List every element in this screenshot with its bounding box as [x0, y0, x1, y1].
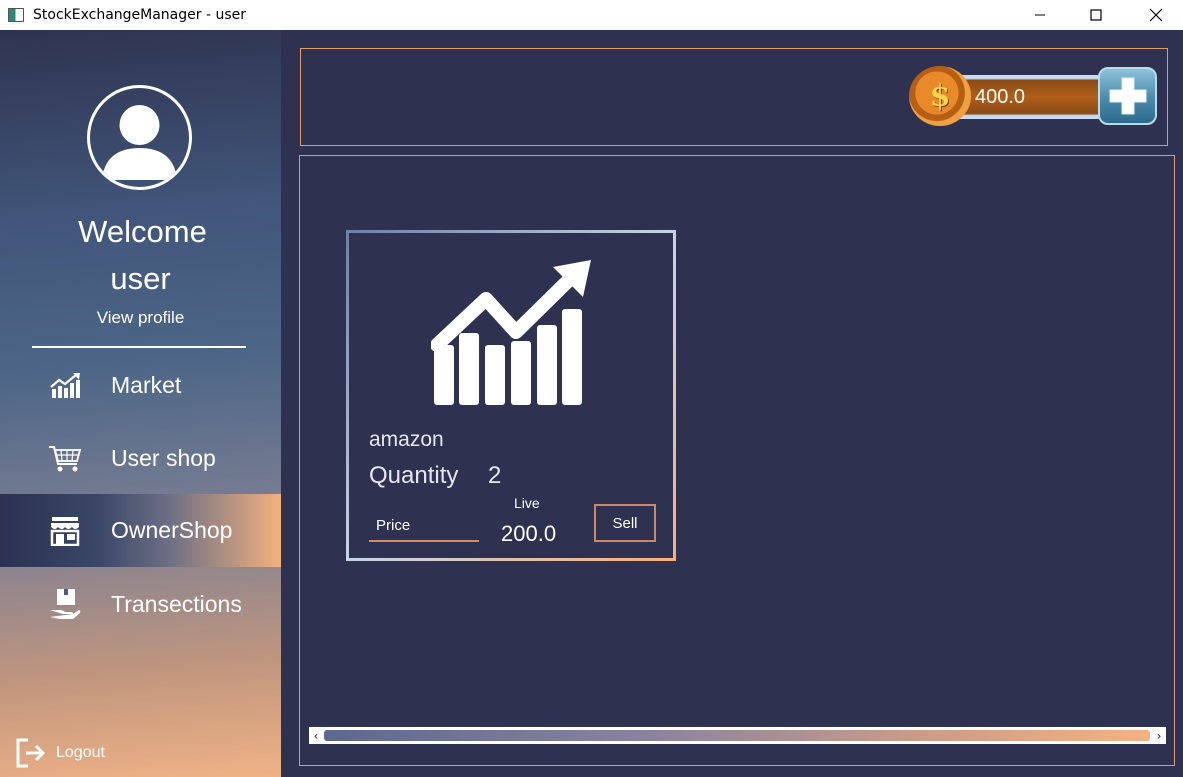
live-price-value: 200.0: [501, 521, 557, 546]
add-funds-button[interactable]: [1098, 67, 1157, 125]
title-bar: StockExchangeManager - user: [0, 0, 1183, 30]
logout-icon: [16, 738, 46, 768]
sidebar-divider: [32, 346, 246, 348]
coin-symbol: $: [929, 78, 951, 114]
close-icon: [1149, 8, 1163, 22]
stock-name: amazon: [369, 428, 444, 451]
balance-value: 400.0: [975, 86, 1026, 108]
sidebar-item-market[interactable]: Market: [0, 349, 281, 422]
growth-chart-icon: [431, 260, 591, 405]
scrollbar-thumb[interactable]: [324, 730, 1150, 741]
maximize-icon: [1090, 9, 1102, 21]
logout-button[interactable]: Logout: [16, 738, 105, 768]
avatar[interactable]: [87, 85, 192, 190]
store-icon: [48, 514, 82, 548]
minimize-button[interactable]: [1017, 0, 1063, 30]
welcome-text: Welcome: [78, 214, 207, 249]
plus-icon: [1109, 77, 1146, 115]
hand-box-icon: [48, 588, 82, 622]
scroll-left-icon[interactable]: ‹: [309, 727, 323, 744]
sidebar-item-label: User shop: [111, 445, 216, 471]
coin-icon: $: [909, 66, 971, 126]
live-label: Live: [514, 495, 540, 511]
maximize-button[interactable]: [1073, 0, 1119, 30]
username-text: user: [110, 261, 171, 296]
user-icon: [102, 105, 177, 180]
view-profile-link[interactable]: View profile: [0, 308, 281, 328]
close-button[interactable]: [1133, 0, 1179, 30]
sell-button[interactable]: Sell: [594, 504, 656, 542]
sidebar: Welcome user View profile Market User sh…: [0, 30, 281, 777]
window-title: StockExchangeManager - user: [33, 7, 247, 23]
logout-label: Logout: [56, 744, 105, 761]
scroll-right-icon[interactable]: ›: [1152, 727, 1166, 744]
sidebar-item-label: Market: [111, 372, 182, 398]
quantity-label: Quantity: [369, 462, 459, 489]
sidebar-item-user-shop[interactable]: User shop: [0, 422, 281, 495]
price-input[interactable]: [369, 510, 479, 542]
sidebar-item-label: Transections: [111, 591, 242, 617]
chart-up-icon: [48, 369, 82, 403]
sidebar-item-ownershop[interactable]: OwnerShop: [0, 494, 281, 567]
sidebar-item-label: OwnerShop: [111, 517, 233, 543]
cart-icon: [48, 442, 82, 476]
sidebar-item-transections[interactable]: Transections: [0, 568, 281, 641]
minimize-icon: [1035, 14, 1045, 16]
quantity-value: 2: [488, 462, 502, 489]
horizontal-scrollbar[interactable]: ‹ ›: [309, 727, 1166, 744]
app-icon: [8, 8, 24, 22]
